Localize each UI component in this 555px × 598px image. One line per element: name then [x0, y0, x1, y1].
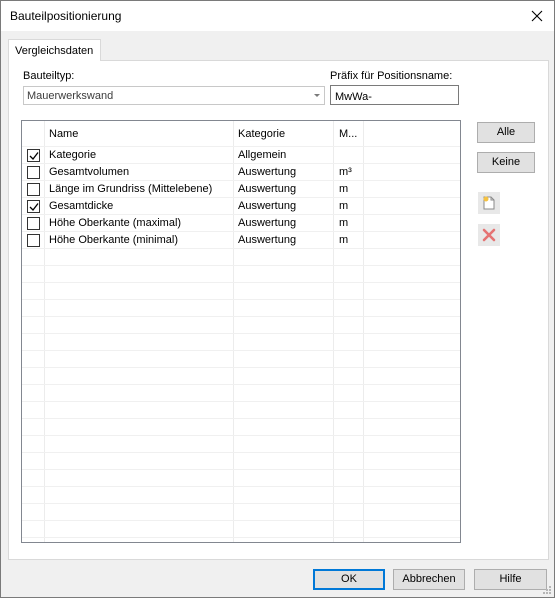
grid-hline — [22, 537, 460, 538]
row-checkbox[interactable] — [27, 234, 40, 247]
select-none-button[interactable]: Keine — [477, 152, 535, 173]
new-document-icon — [483, 196, 495, 210]
cancel-button[interactable]: Abbrechen — [393, 569, 465, 590]
check-icon — [29, 202, 39, 211]
cell-m: m — [339, 200, 349, 212]
dialog-window: Bauteilpositionierung Vergleichsdaten Ba… — [0, 0, 555, 598]
grid-hline — [22, 265, 460, 266]
row-checkbox[interactable] — [27, 200, 40, 213]
help-button[interactable]: Hilfe — [474, 569, 547, 590]
grid-header: Name Kategorie M... — [22, 121, 460, 146]
cell-kategorie: Auswertung — [238, 200, 297, 212]
bauteiltyp-select[interactable]: Mauerwerkswand — [23, 86, 325, 105]
table-row[interactable]: Höhe Oberkante (minimal) Auswertung m — [22, 232, 460, 249]
table-row[interactable]: Höhe Oberkante (maximal) Auswertung m — [22, 215, 460, 232]
cell-name: Gesamtdicke — [49, 200, 114, 212]
bauteiltyp-value: Mauerwerkswand — [27, 90, 114, 102]
column-header-kategorie[interactable]: Kategorie — [238, 128, 285, 140]
tab-label: Vergleichsdaten — [15, 45, 94, 57]
select-all-button[interactable]: Alle — [477, 122, 535, 143]
row-checkbox[interactable] — [27, 149, 40, 162]
grid-hline — [22, 520, 460, 521]
resize-grip-icon[interactable] — [542, 585, 552, 595]
cell-name: Länge im Grundriss (Mittelebene) — [49, 183, 213, 195]
table-row[interactable]: Kategorie Allgemein — [22, 147, 460, 164]
praefix-label: Präfix für Positionsname: — [330, 70, 453, 82]
row-checkbox[interactable] — [27, 217, 40, 230]
cell-kategorie: Auswertung — [238, 183, 297, 195]
table-row[interactable]: Gesamtvolumen Auswertung m³ — [22, 164, 460, 181]
grid-hline — [22, 316, 460, 317]
cell-name: Höhe Oberkante (minimal) — [49, 234, 178, 246]
ok-button[interactable]: OK — [313, 569, 385, 590]
grid-hline — [22, 384, 460, 385]
grid-hline — [22, 350, 460, 351]
close-icon — [531, 10, 543, 22]
cell-m: m — [339, 234, 349, 246]
grid-hline — [22, 401, 460, 402]
cell-m: m — [339, 183, 349, 195]
tab-vergleichsdaten[interactable]: Vergleichsdaten — [8, 39, 101, 61]
grid-hline — [22, 469, 460, 470]
column-header-name[interactable]: Name — [49, 128, 78, 140]
properties-grid: Name Kategorie M... Kategorie Allgemein … — [21, 120, 461, 543]
cell-kategorie: Auswertung — [238, 217, 297, 229]
delete-entry-button[interactable] — [478, 224, 500, 246]
cell-kategorie: Auswertung — [238, 234, 297, 246]
cell-name: Gesamtvolumen — [49, 166, 130, 178]
column-header-m[interactable]: M... — [339, 128, 357, 140]
table-row[interactable]: Gesamtdicke Auswertung m — [22, 198, 460, 215]
row-checkbox[interactable] — [27, 166, 40, 179]
delete-icon — [482, 228, 496, 242]
chevron-down-icon[interactable] — [314, 94, 320, 97]
cell-m: m — [339, 217, 349, 229]
check-icon — [29, 151, 39, 160]
cell-name: Höhe Oberkante (maximal) — [49, 217, 182, 229]
grid-hline — [22, 486, 460, 487]
table-row[interactable]: Länge im Grundriss (Mittelebene) Auswert… — [22, 181, 460, 198]
grid-hline — [22, 282, 460, 283]
new-entry-button[interactable] — [478, 192, 500, 214]
close-button[interactable] — [520, 1, 554, 31]
title-bar: Bauteilpositionierung — [1, 1, 554, 31]
cell-kategorie: Auswertung — [238, 166, 297, 178]
grid-hline — [22, 435, 460, 436]
cell-m: m³ — [339, 166, 352, 178]
grid-hline — [22, 452, 460, 453]
cell-kategorie: Allgemein — [238, 149, 287, 161]
row-checkbox[interactable] — [27, 183, 40, 196]
grid-hline — [22, 367, 460, 368]
grid-hline — [22, 503, 460, 504]
bauteiltyp-label: Bauteiltyp: — [23, 70, 75, 82]
grid-hline — [22, 418, 460, 419]
grid-hline — [22, 333, 460, 334]
praefix-input[interactable] — [330, 85, 459, 105]
grid-hline — [22, 299, 460, 300]
cell-name: Kategorie — [49, 149, 97, 161]
window-title: Bauteilpositionierung — [10, 9, 122, 23]
